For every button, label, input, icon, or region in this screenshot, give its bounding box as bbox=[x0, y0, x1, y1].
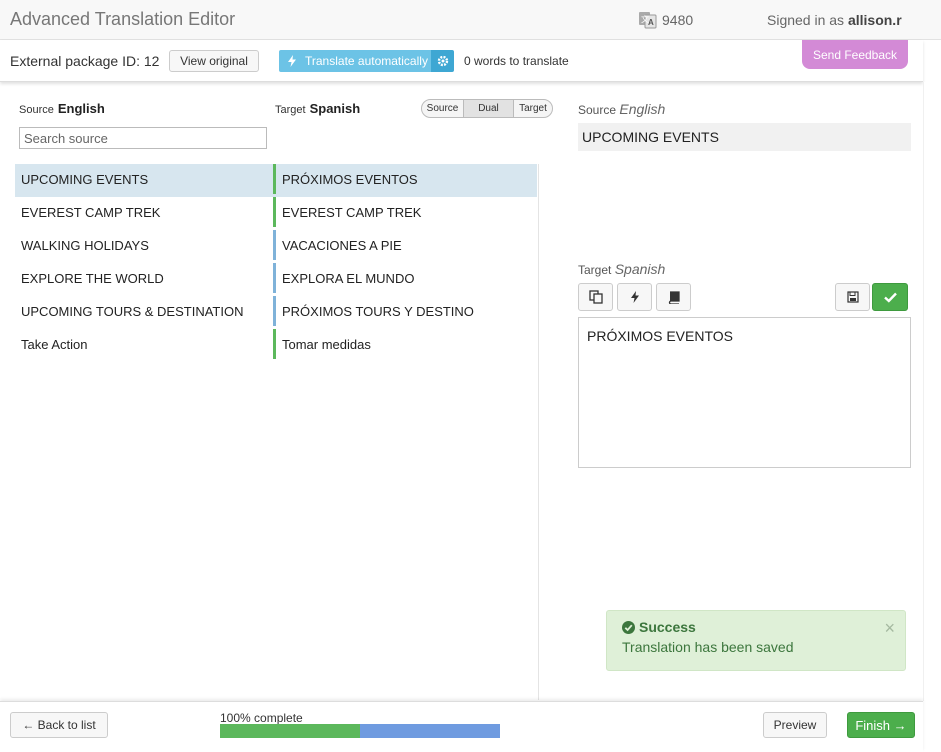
segment-target: PRÓXIMOS TOURS Y DESTINO bbox=[282, 304, 474, 319]
view-source-button[interactable]: Source bbox=[422, 100, 464, 117]
segment-row[interactable]: UPCOMING EVENTS PRÓXIMOS EVENTOS bbox=[15, 164, 537, 197]
finish-button[interactable]: Finish → bbox=[847, 712, 915, 738]
translate-icon: 文 A bbox=[639, 12, 657, 29]
segment-list: UPCOMING EVENTS PRÓXIMOS EVENTOS EVEREST C… bbox=[15, 164, 537, 362]
view-target-button[interactable]: Target bbox=[514, 100, 552, 117]
toast-message: Translation has been saved bbox=[622, 639, 794, 655]
source-language-name: English bbox=[57, 101, 105, 116]
segment-status-bar bbox=[273, 230, 276, 260]
success-toast: Success Translation has been saved × bbox=[606, 610, 906, 671]
copy-source-button[interactable] bbox=[578, 283, 613, 311]
editor-source-prefix: Source bbox=[578, 103, 617, 117]
progress-label: 100% complete bbox=[220, 711, 303, 725]
progress-bar-reviewed bbox=[220, 724, 360, 738]
target-language: Target Spanish bbox=[275, 100, 360, 118]
progress-bar bbox=[220, 724, 500, 738]
signed-in-label: Signed in as allison.r bbox=[767, 12, 902, 28]
source-text-box: UPCOMING EVENTS bbox=[578, 123, 911, 151]
dictionary-button[interactable] bbox=[656, 283, 691, 311]
segment-status-bar bbox=[273, 263, 276, 293]
editor-target-label: Target Spanish bbox=[578, 261, 665, 277]
toast-title: Success bbox=[622, 619, 696, 635]
gear-icon bbox=[437, 55, 448, 67]
editor-target-prefix: Target bbox=[578, 263, 612, 277]
app-header: Advanced Translation Editor 文 A 9480 Sig… bbox=[0, 0, 941, 40]
confirm-button[interactable] bbox=[872, 283, 908, 311]
segment-row[interactable]: WALKING HOLIDAYS VACACIONES A PIE bbox=[15, 230, 537, 263]
auto-translate-segment-button[interactable] bbox=[617, 283, 652, 311]
view-original-button[interactable]: View original bbox=[169, 50, 259, 72]
segment-row[interactable]: EXPLORE THE WORLD EXPLORA EL MUNDO bbox=[15, 263, 537, 296]
save-button[interactable] bbox=[835, 283, 870, 311]
segment-row[interactable]: Take Action Tomar medidas bbox=[15, 329, 537, 362]
source-label: Source bbox=[19, 104, 54, 116]
segment-target: PRÓXIMOS EVENTOS bbox=[282, 172, 418, 187]
segment-status-bar bbox=[273, 329, 276, 359]
translate-automatically-label: Translate automatically bbox=[305, 54, 428, 68]
segment-source: UPCOMING TOURS & DESTINATION bbox=[21, 304, 244, 319]
bolt-icon bbox=[288, 55, 296, 67]
bolt-icon bbox=[630, 291, 639, 303]
back-to-list-button[interactable]: ← Back to list bbox=[10, 712, 108, 738]
copy-icon bbox=[588, 290, 603, 304]
book-icon bbox=[668, 290, 680, 304]
view-mode-toggle: Source Dual Target bbox=[421, 99, 553, 118]
editor-footer: ← Back to list 100% complete Preview Fin… bbox=[0, 701, 923, 752]
signed-prefix: Signed in as bbox=[767, 12, 845, 28]
segment-source: WALKING HOLIDAYS bbox=[21, 238, 149, 253]
editor-toolbar: External package ID: 12 View original Tr… bbox=[0, 40, 923, 82]
segment-target: VACACIONES A PIE bbox=[282, 238, 402, 253]
floppy-icon bbox=[846, 291, 859, 303]
editor-source-lang: English bbox=[619, 101, 666, 117]
progress-bar-translated bbox=[360, 724, 500, 738]
segment-target: Tomar medidas bbox=[282, 337, 371, 352]
target-language-name: Spanish bbox=[309, 101, 361, 116]
segment-source: UPCOMING EVENTS bbox=[21, 172, 149, 187]
segment-status-bar bbox=[273, 296, 276, 326]
segment-source: Take Action bbox=[21, 337, 88, 352]
segment-target: EXPLORA EL MUNDO bbox=[282, 271, 415, 286]
target-text-editor[interactable]: PRÓXIMOS EVENTOS bbox=[578, 317, 911, 468]
segment-source: EXPLORE THE WORLD bbox=[21, 271, 164, 286]
toast-title-text: Success bbox=[639, 619, 696, 635]
target-label: Target bbox=[275, 104, 306, 116]
segment-source: EVEREST CAMP TREK bbox=[21, 205, 161, 220]
credits-value: 9480 bbox=[662, 12, 694, 28]
words-to-translate: 0 words to translate bbox=[464, 54, 569, 68]
app-title: Advanced Translation Editor bbox=[10, 9, 236, 29]
editor-target-lang: Spanish bbox=[614, 261, 666, 277]
source-language: Source English bbox=[19, 100, 105, 118]
translate-settings-button[interactable] bbox=[431, 50, 454, 72]
credits-counter[interactable]: 文 A 9480 bbox=[638, 10, 693, 30]
segment-row[interactable]: UPCOMING TOURS & DESTINATION PRÓXIMOS TOU… bbox=[15, 296, 537, 329]
svg-text:A: A bbox=[648, 18, 654, 27]
close-icon[interactable]: × bbox=[884, 619, 895, 637]
segment-status-bar bbox=[273, 197, 276, 227]
username[interactable]: allison.r bbox=[848, 12, 902, 28]
search-source-input[interactable] bbox=[19, 127, 267, 149]
segment-target: EVEREST CAMP TREK bbox=[282, 205, 422, 220]
send-feedback-button[interactable]: Send Feedback bbox=[802, 40, 908, 69]
view-dual-button[interactable]: Dual bbox=[464, 100, 514, 117]
segment-row[interactable]: EVEREST CAMP TREK EVEREST CAMP TREK bbox=[15, 197, 537, 230]
check-icon bbox=[883, 292, 897, 303]
page-scrollbar[interactable] bbox=[923, 82, 941, 701]
check-circle-icon bbox=[622, 620, 635, 634]
preview-button[interactable]: Preview bbox=[763, 712, 827, 738]
editor-source-label: Source English bbox=[578, 101, 665, 117]
translate-automatically-button[interactable]: Translate automatically bbox=[279, 50, 431, 72]
package-id: External package ID: 12 bbox=[10, 53, 160, 69]
segment-status-bar bbox=[273, 164, 276, 194]
pane-divider bbox=[538, 164, 539, 700]
